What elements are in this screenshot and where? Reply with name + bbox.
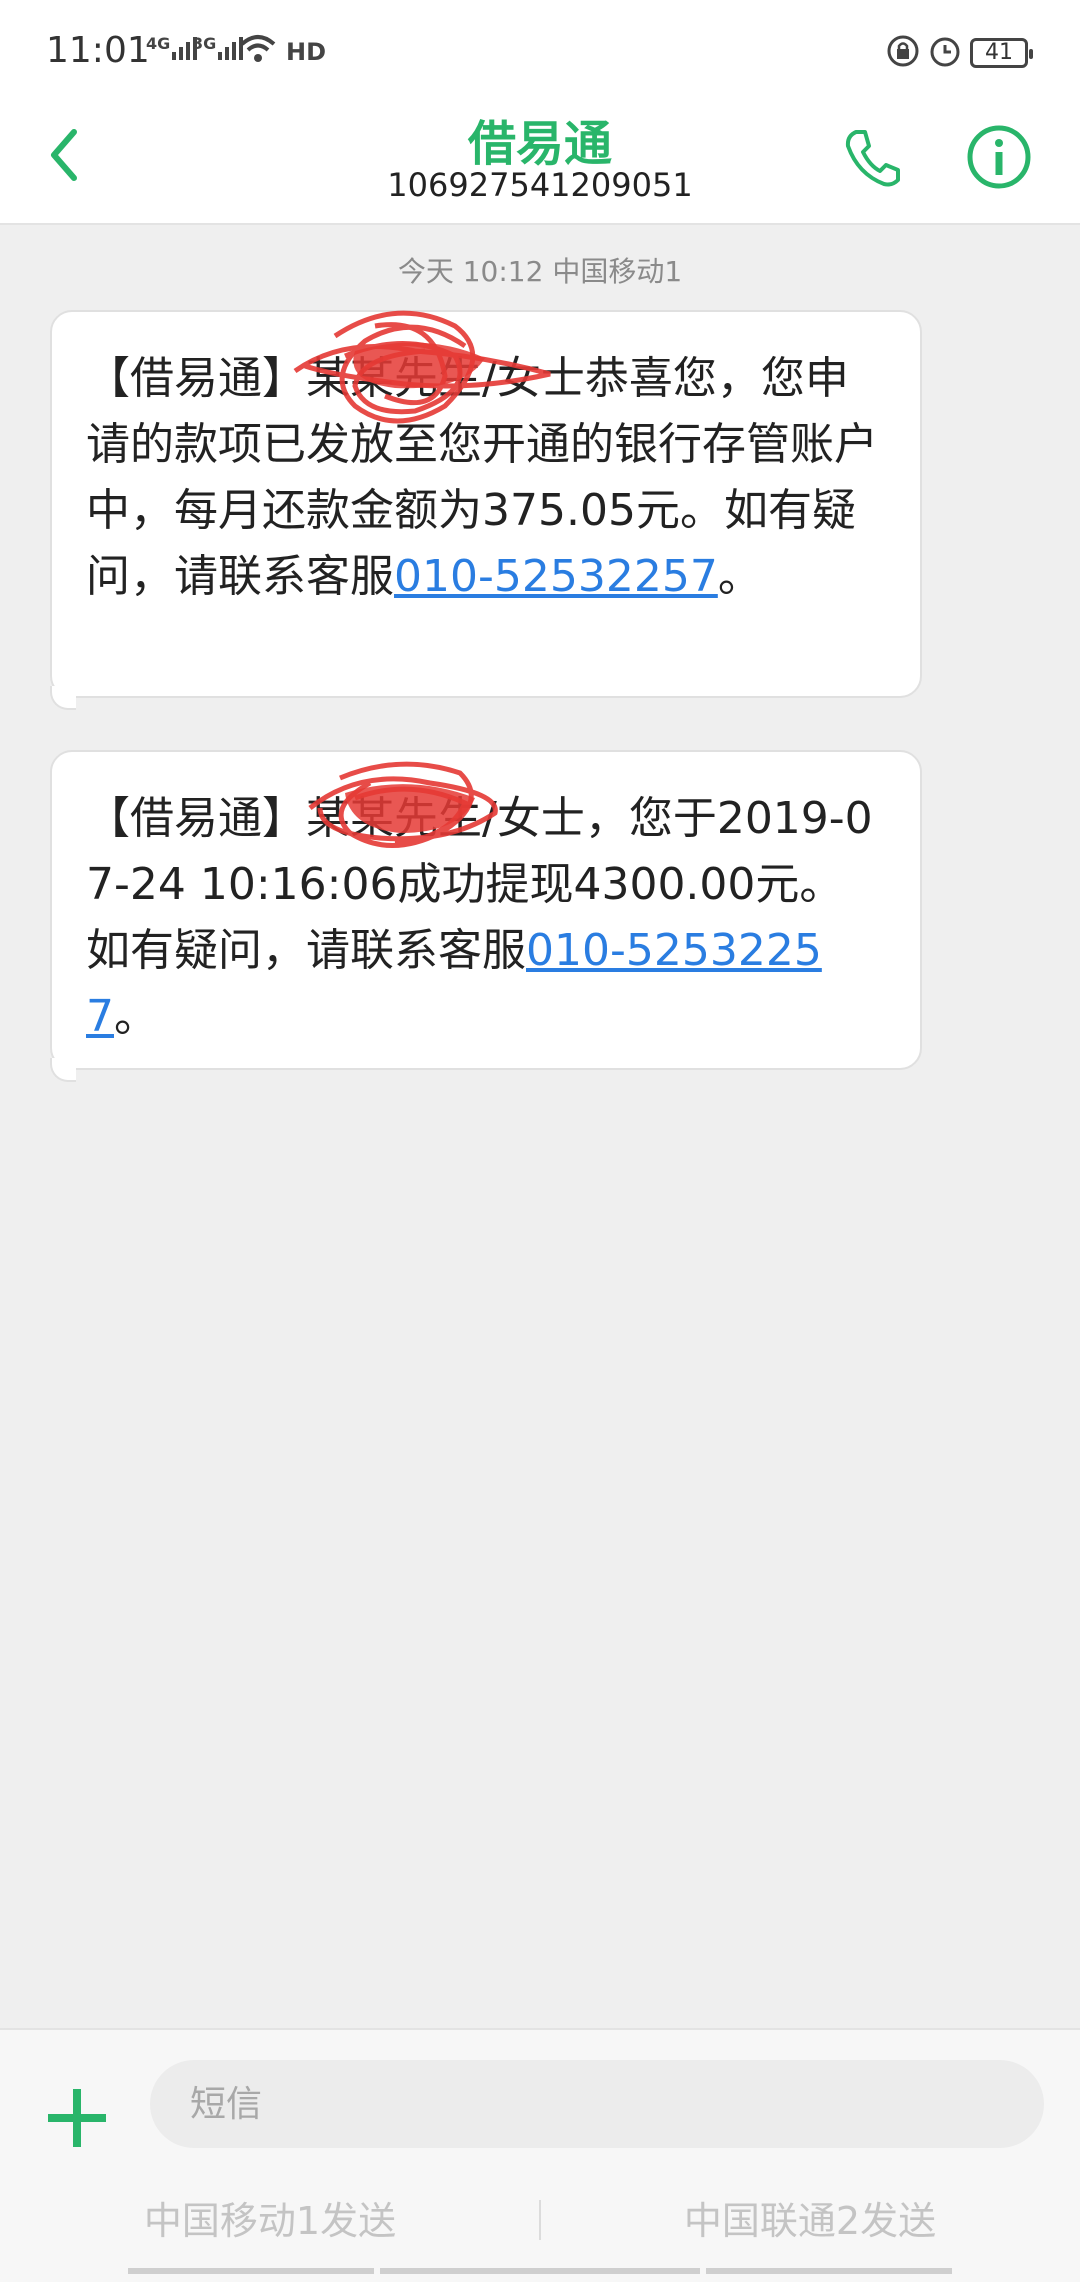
status-bar: 11:01 4G 3G HD 41 — [0, 0, 1080, 100]
message-composer: 中国移动1发送 中国联通2发送 — [0, 2028, 1080, 2282]
sms-input[interactable] — [150, 2060, 1044, 2148]
message-tail-1: 。 — [717, 551, 762, 602]
nav-indicator-right — [706, 2268, 952, 2274]
battery-indicator: 41 — [970, 38, 1033, 68]
signal-3g-icon: 3G — [192, 34, 244, 62]
message-text-1: 【借易通】某某先生/女士恭喜您，您申请的款项已发放至您开通的银行存管账户中，每月… — [86, 346, 886, 610]
message-bubble-1[interactable]: 【借易通】某某先生/女士恭喜您，您申请的款项已发放至您开通的银行存管账户中，每月… — [50, 310, 922, 710]
conversation-header: 借易通 106927541209051 — [0, 100, 1080, 225]
phone-link-1[interactable]: 010-52532257 — [394, 551, 718, 602]
send-options: 中国移动1发送 中国联通2发送 — [0, 2190, 1080, 2252]
contact-name: 借易通 — [467, 116, 612, 172]
status-time: 11:01 — [46, 30, 150, 71]
message-timestamp: 今天 10:12 中国移动1 — [397, 255, 683, 288]
info-icon[interactable] — [964, 122, 1034, 192]
signal-3g-label: 3G — [192, 34, 217, 53]
nav-indicator-left — [128, 2268, 374, 2274]
lock-rotation-icon — [887, 35, 919, 67]
signal-4g-label: 4G — [146, 34, 171, 53]
nav-indicator-center — [380, 2268, 700, 2274]
send-sim1-button[interactable]: 中国移动1发送 — [0, 2190, 540, 2245]
contact-number: 106927541209051 — [387, 166, 693, 204]
phone-call-icon[interactable] — [838, 122, 908, 192]
wifi-icon — [240, 34, 276, 70]
add-attachment-icon[interactable] — [44, 2085, 110, 2151]
alarm-icon — [930, 37, 960, 67]
message-text-2: 【借易通】某某先生/女士，您于2019-07-24 10:16:06成功提现43… — [86, 786, 886, 1050]
signal-4g-icon: 4G — [146, 34, 198, 62]
message-tail-2: 。 — [114, 991, 158, 1042]
message-bubble-2[interactable]: 【借易通】某某先生/女士，您于2019-07-24 10:16:06成功提现43… — [50, 750, 922, 1082]
send-sim2-button[interactable]: 中国联通2发送 — [540, 2190, 1080, 2245]
hd-icon: HD — [286, 38, 327, 66]
